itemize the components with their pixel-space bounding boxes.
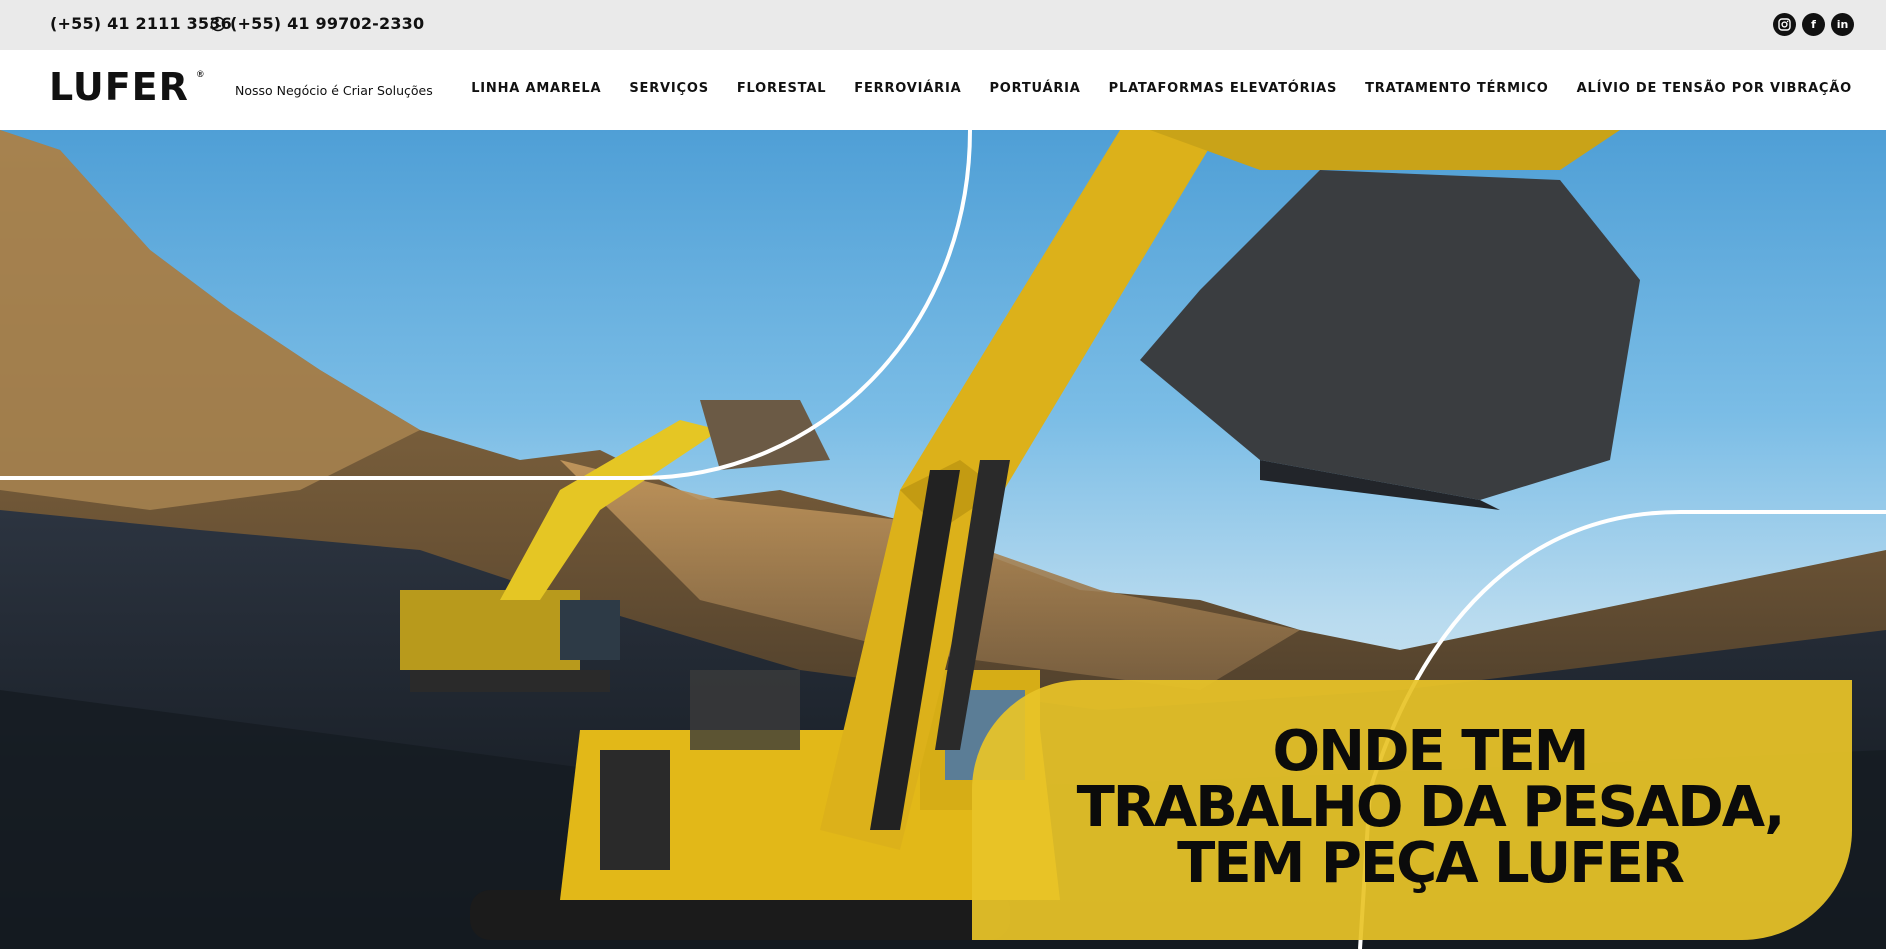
site-header: LUFER ® Nosso Negócio é Criar Soluções L…	[0, 50, 1886, 130]
headline-line-2: TRABALHO DA PESADA,	[1076, 775, 1786, 840]
tagline: Nosso Negócio é Criar Soluções	[235, 83, 433, 98]
headline-line-1: ONDE TEM	[1272, 719, 1590, 784]
instagram-glyph	[1778, 18, 1791, 31]
whatsapp-link[interactable]: (+55) 41 99702-2330	[210, 14, 424, 33]
top-contact-bar: (+55) 41 2111 3536 (+55) 41 99702-2330 f…	[0, 0, 1886, 50]
instagram-icon[interactable]	[1773, 13, 1796, 36]
nav-linha-amarela[interactable]: LINHA AMARELA	[471, 81, 601, 96]
phone-number[interactable]: (+55) 41 2111 3536	[50, 14, 232, 33]
linkedin-glyph: in	[1836, 18, 1849, 31]
logo-text: LUFER	[49, 65, 189, 109]
hero-headline: ONDE TEM TRABALHO DA PESADA, TEM PEÇA LU…	[1030, 724, 1830, 892]
main-nav: LINHA AMARELA SERVIÇOS FLORESTAL FERROVI…	[471, 81, 1852, 96]
nav-servicos[interactable]: SERVIÇOS	[629, 81, 709, 96]
facebook-glyph: f	[1811, 18, 1816, 31]
whatsapp-number: (+55) 41 99702-2330	[230, 14, 425, 33]
nav-portuaria[interactable]: PORTUÁRIA	[989, 81, 1080, 96]
whatsapp-icon	[210, 16, 226, 31]
nav-alivio-de-tensao[interactable]: ALÍVIO DE TENSÃO POR VIBRAÇÃO	[1577, 81, 1852, 96]
nav-plataformas-elevatorias[interactable]: PLATAFORMAS ELEVATÓRIAS	[1109, 81, 1337, 96]
social-links: f in	[1773, 13, 1854, 36]
facebook-icon[interactable]: f	[1802, 13, 1825, 36]
nav-florestal[interactable]: FLORESTAL	[737, 81, 826, 96]
nav-tratamento-termico[interactable]: TRATAMENTO TÉRMICO	[1365, 81, 1549, 96]
nav-ferroviaria[interactable]: FERROVIÁRIA	[854, 81, 961, 96]
headline-line-3: TEM PEÇA LUFER	[1177, 831, 1685, 896]
lufer-logo[interactable]: LUFER	[49, 68, 189, 106]
hero-banner: ONDE TEM TRABALHO DA PESADA, TEM PEÇA LU…	[0, 130, 1886, 949]
linkedin-icon[interactable]: in	[1831, 13, 1854, 36]
registered-mark: ®	[197, 69, 204, 79]
